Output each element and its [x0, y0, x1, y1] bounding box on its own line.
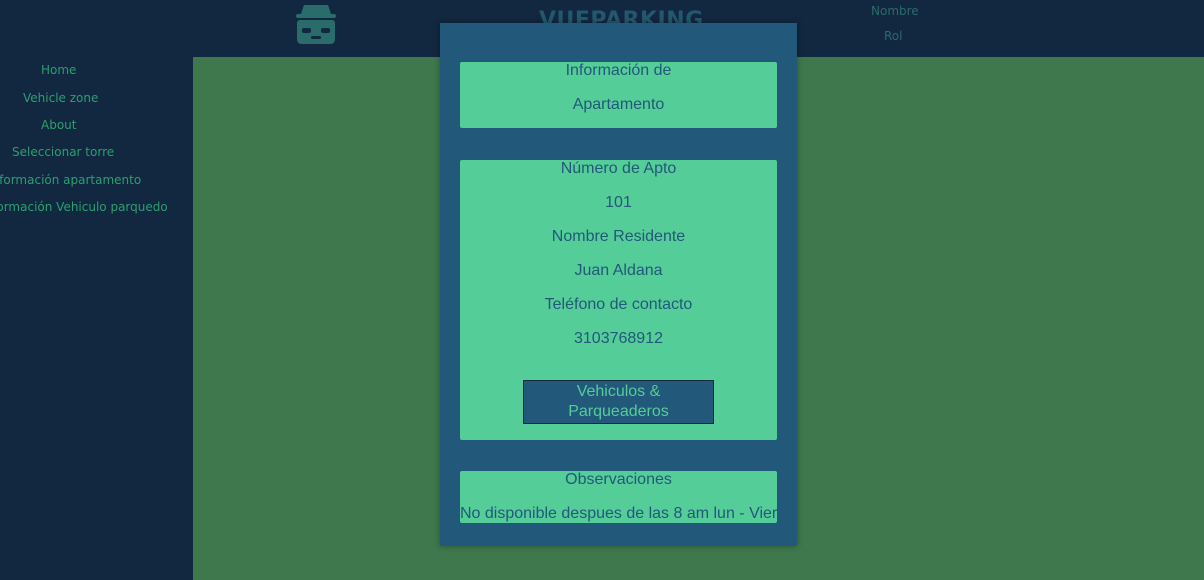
observations-text: No disponible despues de las 8 am lun - … [460, 505, 777, 522]
sidebar-item-vehicle-zone[interactable]: Vehicle zone [23, 91, 98, 105]
sidebar-item-about[interactable]: About [41, 118, 76, 132]
resident-name-value: Juan Aldana [574, 262, 663, 279]
sidebar-nav: Home Vehicle zone About Seleccionar torr… [0, 57, 193, 580]
vehicles-button-line1: Vehiculos & [576, 383, 661, 400]
modal-title-line1: Información de [565, 62, 672, 79]
resident-label: Nombre Residente [551, 228, 686, 245]
vehicles-button-line2: Parqueaderos [568, 403, 669, 420]
sidebar-item-home[interactable]: Home [41, 63, 76, 77]
vehicles-parking-button[interactable]: Vehiculos & Parqueaderos [523, 380, 714, 424]
user-role: Rol [884, 29, 903, 43]
sidebar-item-select-tower[interactable]: Seleccionar torre [12, 145, 114, 159]
observations-card: Observaciones No disponible despues de l… [460, 471, 777, 523]
apt-number-label: Número de Apto [560, 160, 677, 177]
observations-label: Observaciones [565, 471, 672, 488]
apartment-info-modal: Información de Apartamento Número de Apt… [440, 23, 797, 546]
phone-value: 3103768912 [574, 330, 663, 347]
phone-label: Teléfono de contacto [544, 296, 693, 313]
modal-title-line2: Apartamento [572, 96, 665, 113]
apartment-details-card: Número de Apto 101 Nombre Residente Juan… [460, 160, 777, 440]
apt-number-value: 101 [605, 194, 632, 211]
title-card: Información de Apartamento [460, 62, 777, 128]
sidebar-item-parked-vehicle-info[interactable]: Información Vehiculo parquedo [0, 200, 168, 214]
incognito-car-icon[interactable] [294, 3, 338, 45]
user-name: Nombre [871, 4, 919, 18]
sidebar-item-apartment-info[interactable]: Información apartamento [0, 173, 141, 187]
